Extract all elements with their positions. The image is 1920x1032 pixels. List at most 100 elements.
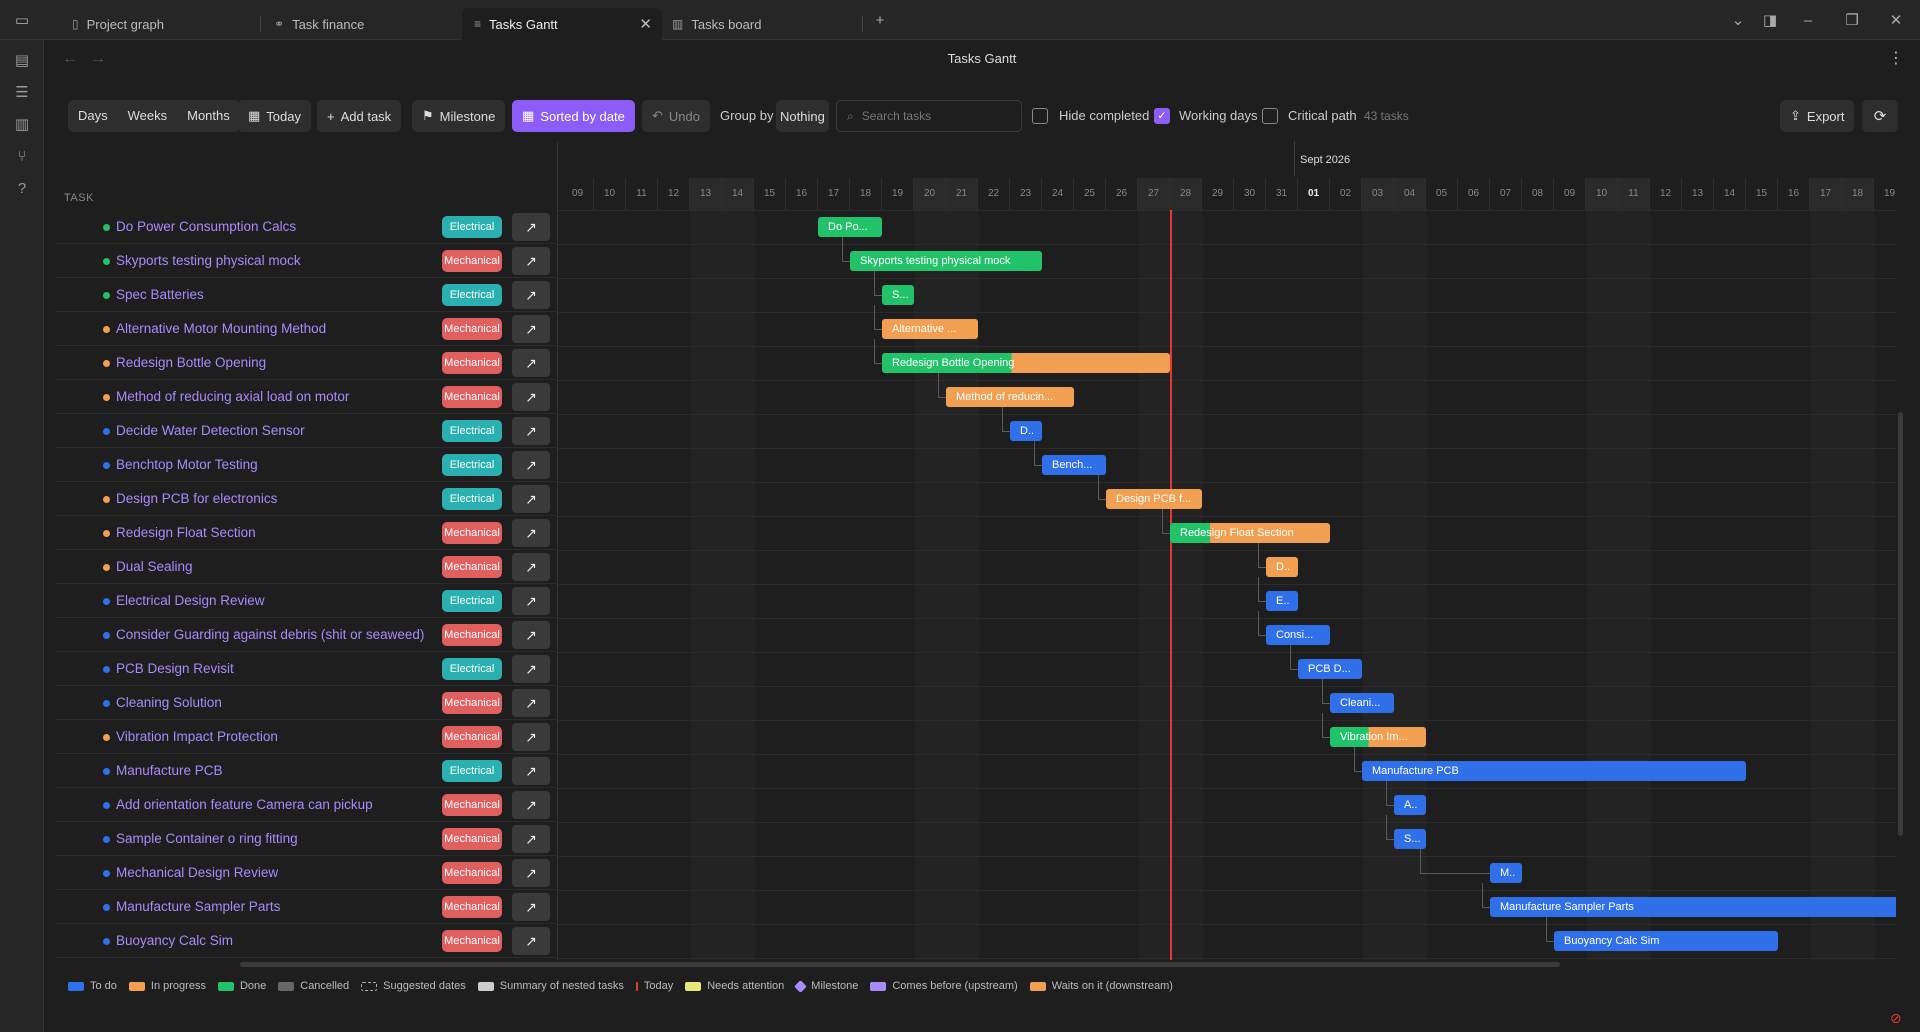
- task-row[interactable]: Spec Batteries Electrical ↗: [56, 278, 556, 312]
- task-row[interactable]: Manufacture PCB Electrical ↗: [56, 754, 556, 788]
- gantt-bar[interactable]: A..: [1394, 795, 1426, 815]
- open-task-button[interactable]: ↗: [512, 723, 550, 751]
- map-icon[interactable]: ▤: [10, 48, 34, 72]
- working-days-checkbox[interactable]: ✓: [1154, 108, 1170, 124]
- gantt-bar[interactable]: D..: [1010, 421, 1042, 441]
- tab-project-graph[interactable]: ▯ Project graph: [60, 8, 176, 40]
- task-row[interactable]: Electrical Design Review Electrical ↗: [56, 584, 556, 618]
- gantt-bar[interactable]: S...: [1394, 829, 1426, 849]
- tab-tasks-board[interactable]: ▥ Tasks board: [660, 8, 773, 40]
- task-name-link[interactable]: Vibration Impact Protection: [116, 729, 278, 744]
- gantt-bar[interactable]: PCB D...: [1298, 659, 1362, 679]
- open-task-button[interactable]: ↗: [512, 281, 550, 309]
- task-name-link[interactable]: Alternative Motor Mounting Method: [116, 321, 326, 336]
- open-task-button[interactable]: ↗: [512, 689, 550, 717]
- gantt-bar[interactable]: Bench...: [1042, 455, 1106, 475]
- vertical-scrollbar[interactable]: [1898, 412, 1903, 836]
- open-task-button[interactable]: ↗: [512, 757, 550, 785]
- open-task-button[interactable]: ↗: [512, 417, 550, 445]
- open-task-button[interactable]: ↗: [512, 825, 550, 853]
- gantt-bar[interactable]: Redesign Float Section: [1170, 523, 1330, 543]
- task-name-link[interactable]: Benchtop Motor Testing: [116, 457, 258, 472]
- task-row[interactable]: PCB Design Revisit Electrical ↗: [56, 652, 556, 686]
- task-name-link[interactable]: Electrical Design Review: [116, 593, 265, 608]
- scale-days-button[interactable]: Days: [68, 100, 118, 132]
- task-name-link[interactable]: Skyports testing physical mock: [116, 253, 301, 268]
- undo-button[interactable]: ↶ Undo: [642, 100, 710, 132]
- task-name-link[interactable]: Manufacture Sampler Parts: [116, 899, 280, 914]
- task-name-link[interactable]: Consider Guarding against debris (shit o…: [116, 627, 424, 642]
- task-name-link[interactable]: Redesign Bottle Opening: [116, 355, 266, 370]
- search-field[interactable]: ⌕ Search tasks: [836, 100, 1022, 132]
- task-name-link[interactable]: Dual Sealing: [116, 559, 193, 574]
- gantt-bar[interactable]: Buoyancy Calc Sim: [1554, 931, 1778, 951]
- tab-tasks-gantt[interactable]: ≡ Tasks Gantt ✕: [462, 8, 662, 40]
- open-task-button[interactable]: ↗: [512, 893, 550, 921]
- task-row[interactable]: Dual Sealing Mechanical ↗: [56, 550, 556, 584]
- milestone-button[interactable]: ⚑ Milestone: [412, 100, 506, 132]
- open-task-button[interactable]: ↗: [512, 655, 550, 683]
- open-task-button[interactable]: ↗: [512, 451, 550, 479]
- task-name-link[interactable]: Add orientation feature Camera can picku…: [116, 797, 373, 812]
- columns-icon[interactable]: ▥: [10, 112, 34, 136]
- gantt-bar[interactable]: Method of reducin...: [946, 387, 1074, 407]
- gantt-bar[interactable]: Vibration Im...: [1330, 727, 1426, 747]
- export-button[interactable]: ⇪ Export: [1780, 100, 1855, 132]
- task-row[interactable]: Design PCB for electronics Electrical ↗: [56, 482, 556, 516]
- gantt-bar[interactable]: M..: [1490, 863, 1522, 883]
- sync-off-icon[interactable]: ⊘: [1890, 1010, 1902, 1027]
- gantt-bar[interactable]: Cleani...: [1330, 693, 1394, 713]
- task-name-link[interactable]: Redesign Float Section: [116, 525, 256, 540]
- gantt-bar[interactable]: Design PCB f...: [1106, 489, 1202, 509]
- gantt-bar[interactable]: D..: [1266, 557, 1298, 577]
- task-row[interactable]: Sample Container o ring fitting Mechanica…: [56, 822, 556, 856]
- task-row[interactable]: Benchtop Motor Testing Electrical ↗: [56, 448, 556, 482]
- horizontal-scrollbar[interactable]: [240, 962, 1560, 967]
- task-row[interactable]: Vibration Impact Protection Mechanical ↗: [56, 720, 556, 754]
- task-row[interactable]: Add orientation feature Camera can picku…: [56, 788, 556, 822]
- task-name-link[interactable]: Spec Batteries: [116, 287, 204, 302]
- task-row[interactable]: Skyports testing physical mock Mechanical…: [56, 244, 556, 278]
- open-task-button[interactable]: ↗: [512, 791, 550, 819]
- sidebar-toggle-icon[interactable]: ▭: [10, 8, 34, 32]
- open-task-button[interactable]: ↗: [512, 519, 550, 547]
- sorted-by-date-button[interactable]: ▦ Sorted by date: [512, 100, 635, 132]
- task-row[interactable]: Redesign Float Section Mechanical ↗: [56, 516, 556, 550]
- gantt-bar[interactable]: Manufacture Sampler Parts: [1490, 897, 1896, 917]
- task-row[interactable]: Buoyancy Calc Sim Mechanical ↗: [56, 924, 556, 958]
- task-row[interactable]: Do Power Consumption Calcs Electrical ↗: [56, 210, 556, 244]
- restore-icon[interactable]: ❐: [1840, 8, 1864, 32]
- help-icon[interactable]: ?: [10, 176, 34, 200]
- critical-path-checkbox[interactable]: [1262, 108, 1278, 124]
- task-name-link[interactable]: Manufacture PCB: [116, 763, 223, 778]
- gantt-bar[interactable]: Skyports testing physical mock: [850, 251, 1042, 271]
- group-by-select[interactable]: Nothing: [776, 100, 829, 132]
- open-task-button[interactable]: ↗: [512, 349, 550, 377]
- open-task-button[interactable]: ↗: [512, 927, 550, 955]
- scale-months-button[interactable]: Months: [177, 100, 240, 132]
- today-button[interactable]: ▦ Today: [238, 100, 311, 132]
- open-task-button[interactable]: ↗: [512, 485, 550, 513]
- minimize-icon[interactable]: –: [1796, 8, 1820, 32]
- refresh-button[interactable]: ⟳: [1862, 100, 1898, 132]
- close-icon[interactable]: ✕: [639, 15, 652, 33]
- close-window-icon[interactable]: ✕: [1884, 8, 1908, 32]
- more-options-icon[interactable]: ⋮: [1888, 48, 1904, 68]
- gantt-bar[interactable]: Manufacture PCB: [1362, 761, 1746, 781]
- list-icon[interactable]: ☰: [10, 80, 34, 104]
- graph-icon[interactable]: ⑂: [10, 144, 34, 168]
- task-row[interactable]: Decide Water Detection Sensor Electrical ↗: [56, 414, 556, 448]
- gantt-bar[interactable]: Consi...: [1266, 625, 1330, 645]
- chevron-down-icon[interactable]: ⌄: [1726, 8, 1750, 32]
- new-tab-icon[interactable]: +: [868, 8, 892, 32]
- layout-icon[interactable]: ◨: [1758, 8, 1782, 32]
- gantt-bar[interactable]: Alternative ...: [882, 319, 978, 339]
- gantt-bar[interactable]: E..: [1266, 591, 1298, 611]
- task-name-link[interactable]: Mechanical Design Review: [116, 865, 278, 880]
- task-name-link[interactable]: Cleaning Solution: [116, 695, 222, 710]
- hide-completed-checkbox[interactable]: [1032, 108, 1048, 124]
- search-input[interactable]: Search tasks: [862, 109, 931, 123]
- gantt-bar[interactable]: Redesign Bottle Opening: [882, 353, 1170, 373]
- open-task-button[interactable]: ↗: [512, 315, 550, 343]
- task-row[interactable]: Consider Guarding against debris (shit o…: [56, 618, 556, 652]
